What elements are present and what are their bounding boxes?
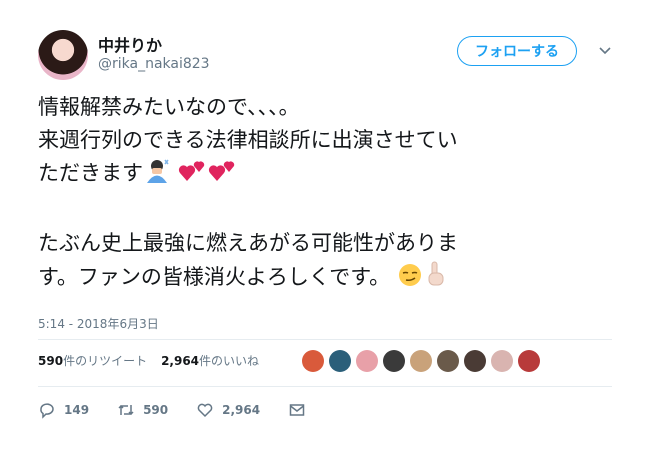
avatar[interactable]	[437, 350, 459, 372]
likers-avatars	[302, 350, 540, 372]
avatar[interactable]	[38, 30, 88, 80]
tweet-text: 情報解禁みたいなので、、、。 来週行列のできる法律相談所に出演させてい ただきま…	[38, 91, 628, 298]
timestamp[interactable]: 5:14 - 2018年6月3日	[38, 315, 159, 332]
avatar[interactable]	[410, 350, 432, 372]
avatar[interactable]	[491, 350, 513, 372]
display-name[interactable]: 中井りか	[98, 32, 162, 56]
reply-count: 149	[64, 403, 90, 417]
follow-button[interactable]: フォローする	[457, 36, 577, 66]
divider	[38, 339, 612, 340]
person-bowing-icon	[143, 158, 171, 194]
reply-button[interactable]: 149	[38, 401, 89, 419]
retweet-button[interactable]: 590	[117, 401, 168, 419]
user-handle[interactable]: @rika_nakai823	[98, 56, 210, 72]
smirking-face-icon	[397, 262, 423, 298]
direct-message-button[interactable]	[288, 401, 306, 419]
avatar[interactable]	[383, 350, 405, 372]
like-count: 2,964	[222, 403, 261, 417]
retweet-stat[interactable]: 590件のリツイート	[38, 352, 147, 369]
tweet-actions: 149 590 2,964	[38, 398, 334, 422]
envelope-icon	[289, 404, 305, 416]
chevron-down-icon[interactable]	[598, 44, 612, 58]
avatar[interactable]	[518, 350, 540, 372]
like-button[interactable]: 2,964	[196, 401, 260, 419]
retweet-icon	[118, 404, 134, 416]
retweet-count: 590	[143, 403, 169, 417]
reply-icon	[40, 403, 54, 419]
two-hearts-icon	[208, 158, 238, 194]
engagement-stats: 590件のリツイート 2,964件のいいね	[38, 352, 259, 369]
heart-icon	[197, 403, 213, 418]
pointing-up-icon	[423, 260, 447, 298]
avatar[interactable]	[329, 350, 351, 372]
divider	[38, 386, 612, 387]
avatar[interactable]	[356, 350, 378, 372]
two-hearts-icon	[178, 158, 208, 194]
avatar[interactable]	[464, 350, 486, 372]
avatar[interactable]	[302, 350, 324, 372]
like-stat[interactable]: 2,964件のいいね	[161, 352, 259, 369]
